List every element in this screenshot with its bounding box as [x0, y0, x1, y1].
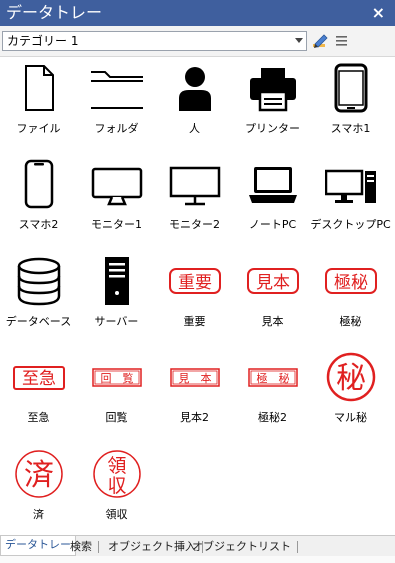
item-label: モニター1	[91, 218, 142, 231]
stamp-mihon2-icon: 見 本	[169, 351, 221, 403]
printer-icon	[247, 62, 299, 114]
item-label: サーバー	[94, 315, 139, 328]
bottom-tab-bar: データトレー 検索 オブジェクト挿入 オブジェクトリスト	[0, 535, 395, 556]
toolbar: カテゴリー 1	[0, 26, 395, 57]
item-grid: ファイル フォルダ 人 プリンター スマホ1 スマホ2 モニター1 モニター2 …	[0, 56, 395, 535]
monitor-thin-icon	[169, 158, 221, 210]
item-monitor1[interactable]: モニター1	[80, 152, 153, 242]
item-stamp-gokuhi2[interactable]: 極 秘 極秘2	[236, 345, 309, 435]
smartphone-outline-icon	[13, 158, 65, 210]
item-label: フォルダ	[94, 122, 139, 135]
item-stamp-shikyu[interactable]: 至急 至急	[2, 345, 75, 435]
item-folder[interactable]: フォルダ	[80, 56, 153, 146]
item-monitor2[interactable]: モニター2	[158, 152, 231, 242]
window-title: データトレー	[6, 3, 103, 22]
item-label: マル秘	[334, 411, 367, 424]
stamp-text: 見 本	[179, 371, 212, 385]
item-label: 至急	[27, 411, 50, 424]
item-desktop-pc[interactable]: デスクトップPC	[310, 152, 391, 242]
server-icon	[91, 255, 143, 307]
desktop-pc-icon	[325, 158, 377, 210]
item-label: 重要	[183, 315, 206, 328]
item-database[interactable]: データベース	[2, 249, 75, 339]
item-label: ノートPC	[248, 218, 297, 231]
stamp-zumi-icon: 済	[13, 448, 65, 500]
stamp-juyo-icon: 重要	[169, 255, 221, 307]
tab-object-list[interactable]: オブジェクトリスト	[188, 538, 302, 555]
item-stamp-ryoshu[interactable]: 領収 領収	[80, 442, 153, 532]
item-label: データベース	[5, 315, 72, 328]
item-person[interactable]: 人	[158, 56, 231, 146]
item-smartphone1[interactable]: スマホ1	[314, 56, 387, 146]
monitor-icon	[91, 158, 143, 210]
item-printer[interactable]: プリンター	[236, 56, 309, 146]
item-label: スマホ1	[330, 122, 371, 135]
tab-data-tray[interactable]: データトレー	[0, 536, 76, 556]
laptop-icon	[247, 158, 299, 210]
title-bar: データトレー ×	[0, 0, 395, 26]
item-stamp-maruhi[interactable]: 秘 マル秘	[314, 345, 387, 435]
item-smartphone2[interactable]: スマホ2	[2, 152, 75, 242]
stamp-ryoshu-icon: 領収	[91, 448, 143, 500]
item-label: 見本	[261, 315, 284, 328]
stamp-text: 至急	[22, 369, 56, 389]
smartphone-icon	[325, 62, 377, 114]
stamp-text-1: 領	[107, 455, 126, 477]
item-label: 済	[33, 508, 44, 521]
close-icon[interactable]: ×	[372, 2, 385, 24]
chevron-down-icon	[295, 38, 303, 43]
file-icon	[13, 62, 65, 114]
item-stamp-mihon[interactable]: 見本 見本	[236, 249, 309, 339]
stamp-shikyu-icon: 至急	[13, 351, 65, 403]
item-stamp-gokuhi[interactable]: 極秘 極秘	[314, 249, 387, 339]
item-label: 見本2	[180, 411, 209, 424]
item-stamp-kairan[interactable]: 回 覧 回覧	[80, 345, 153, 435]
stamp-text: 回 覧	[101, 371, 134, 385]
item-label: デスクトップPC	[310, 218, 391, 231]
item-stamp-zumi[interactable]: 済 済	[2, 442, 75, 532]
item-label: プリンター	[245, 122, 300, 135]
hamburger-menu-icon[interactable]	[333, 32, 351, 50]
item-label: 人	[189, 122, 200, 135]
stamp-text: 済	[24, 458, 54, 493]
item-server[interactable]: サーバー	[80, 249, 153, 339]
stamp-gokuhi-icon: 極秘	[325, 255, 377, 307]
stamp-maruhi-icon: 秘	[325, 351, 377, 403]
stamp-gokuhi2-icon: 極 秘	[247, 351, 299, 403]
item-label: ファイル	[16, 122, 61, 135]
item-label: 領収	[105, 508, 128, 521]
item-label: 回覧	[105, 411, 128, 424]
item-file[interactable]: ファイル	[2, 56, 75, 146]
folder-icon	[91, 62, 143, 114]
item-label: モニター2	[169, 218, 220, 231]
stamp-text: 極 秘	[257, 371, 290, 385]
item-laptop[interactable]: ノートPC	[236, 152, 309, 242]
category-select[interactable]: カテゴリー 1	[2, 31, 307, 51]
item-label: 極秘2	[258, 411, 287, 424]
stamp-text: 見本	[256, 273, 290, 293]
category-select-value: カテゴリー 1	[7, 34, 79, 48]
item-label: 極秘	[339, 315, 362, 328]
database-icon	[13, 255, 65, 307]
stamp-text-2: 収	[107, 475, 126, 497]
stamp-text: 重要	[178, 273, 212, 293]
stamp-text: 秘	[336, 361, 366, 396]
stamp-mihon-icon: 見本	[247, 255, 299, 307]
tab-search[interactable]: 検索	[66, 538, 103, 555]
item-stamp-mihon2[interactable]: 見 本 見本2	[158, 345, 231, 435]
stamp-text: 極秘	[334, 273, 368, 293]
pencil-edit-icon[interactable]	[311, 32, 329, 50]
person-icon	[169, 62, 221, 114]
item-stamp-juyo[interactable]: 重要 重要	[158, 249, 231, 339]
stamp-kairan-icon: 回 覧	[91, 351, 143, 403]
bottom-strip	[0, 556, 395, 563]
item-label: スマホ2	[18, 218, 59, 231]
